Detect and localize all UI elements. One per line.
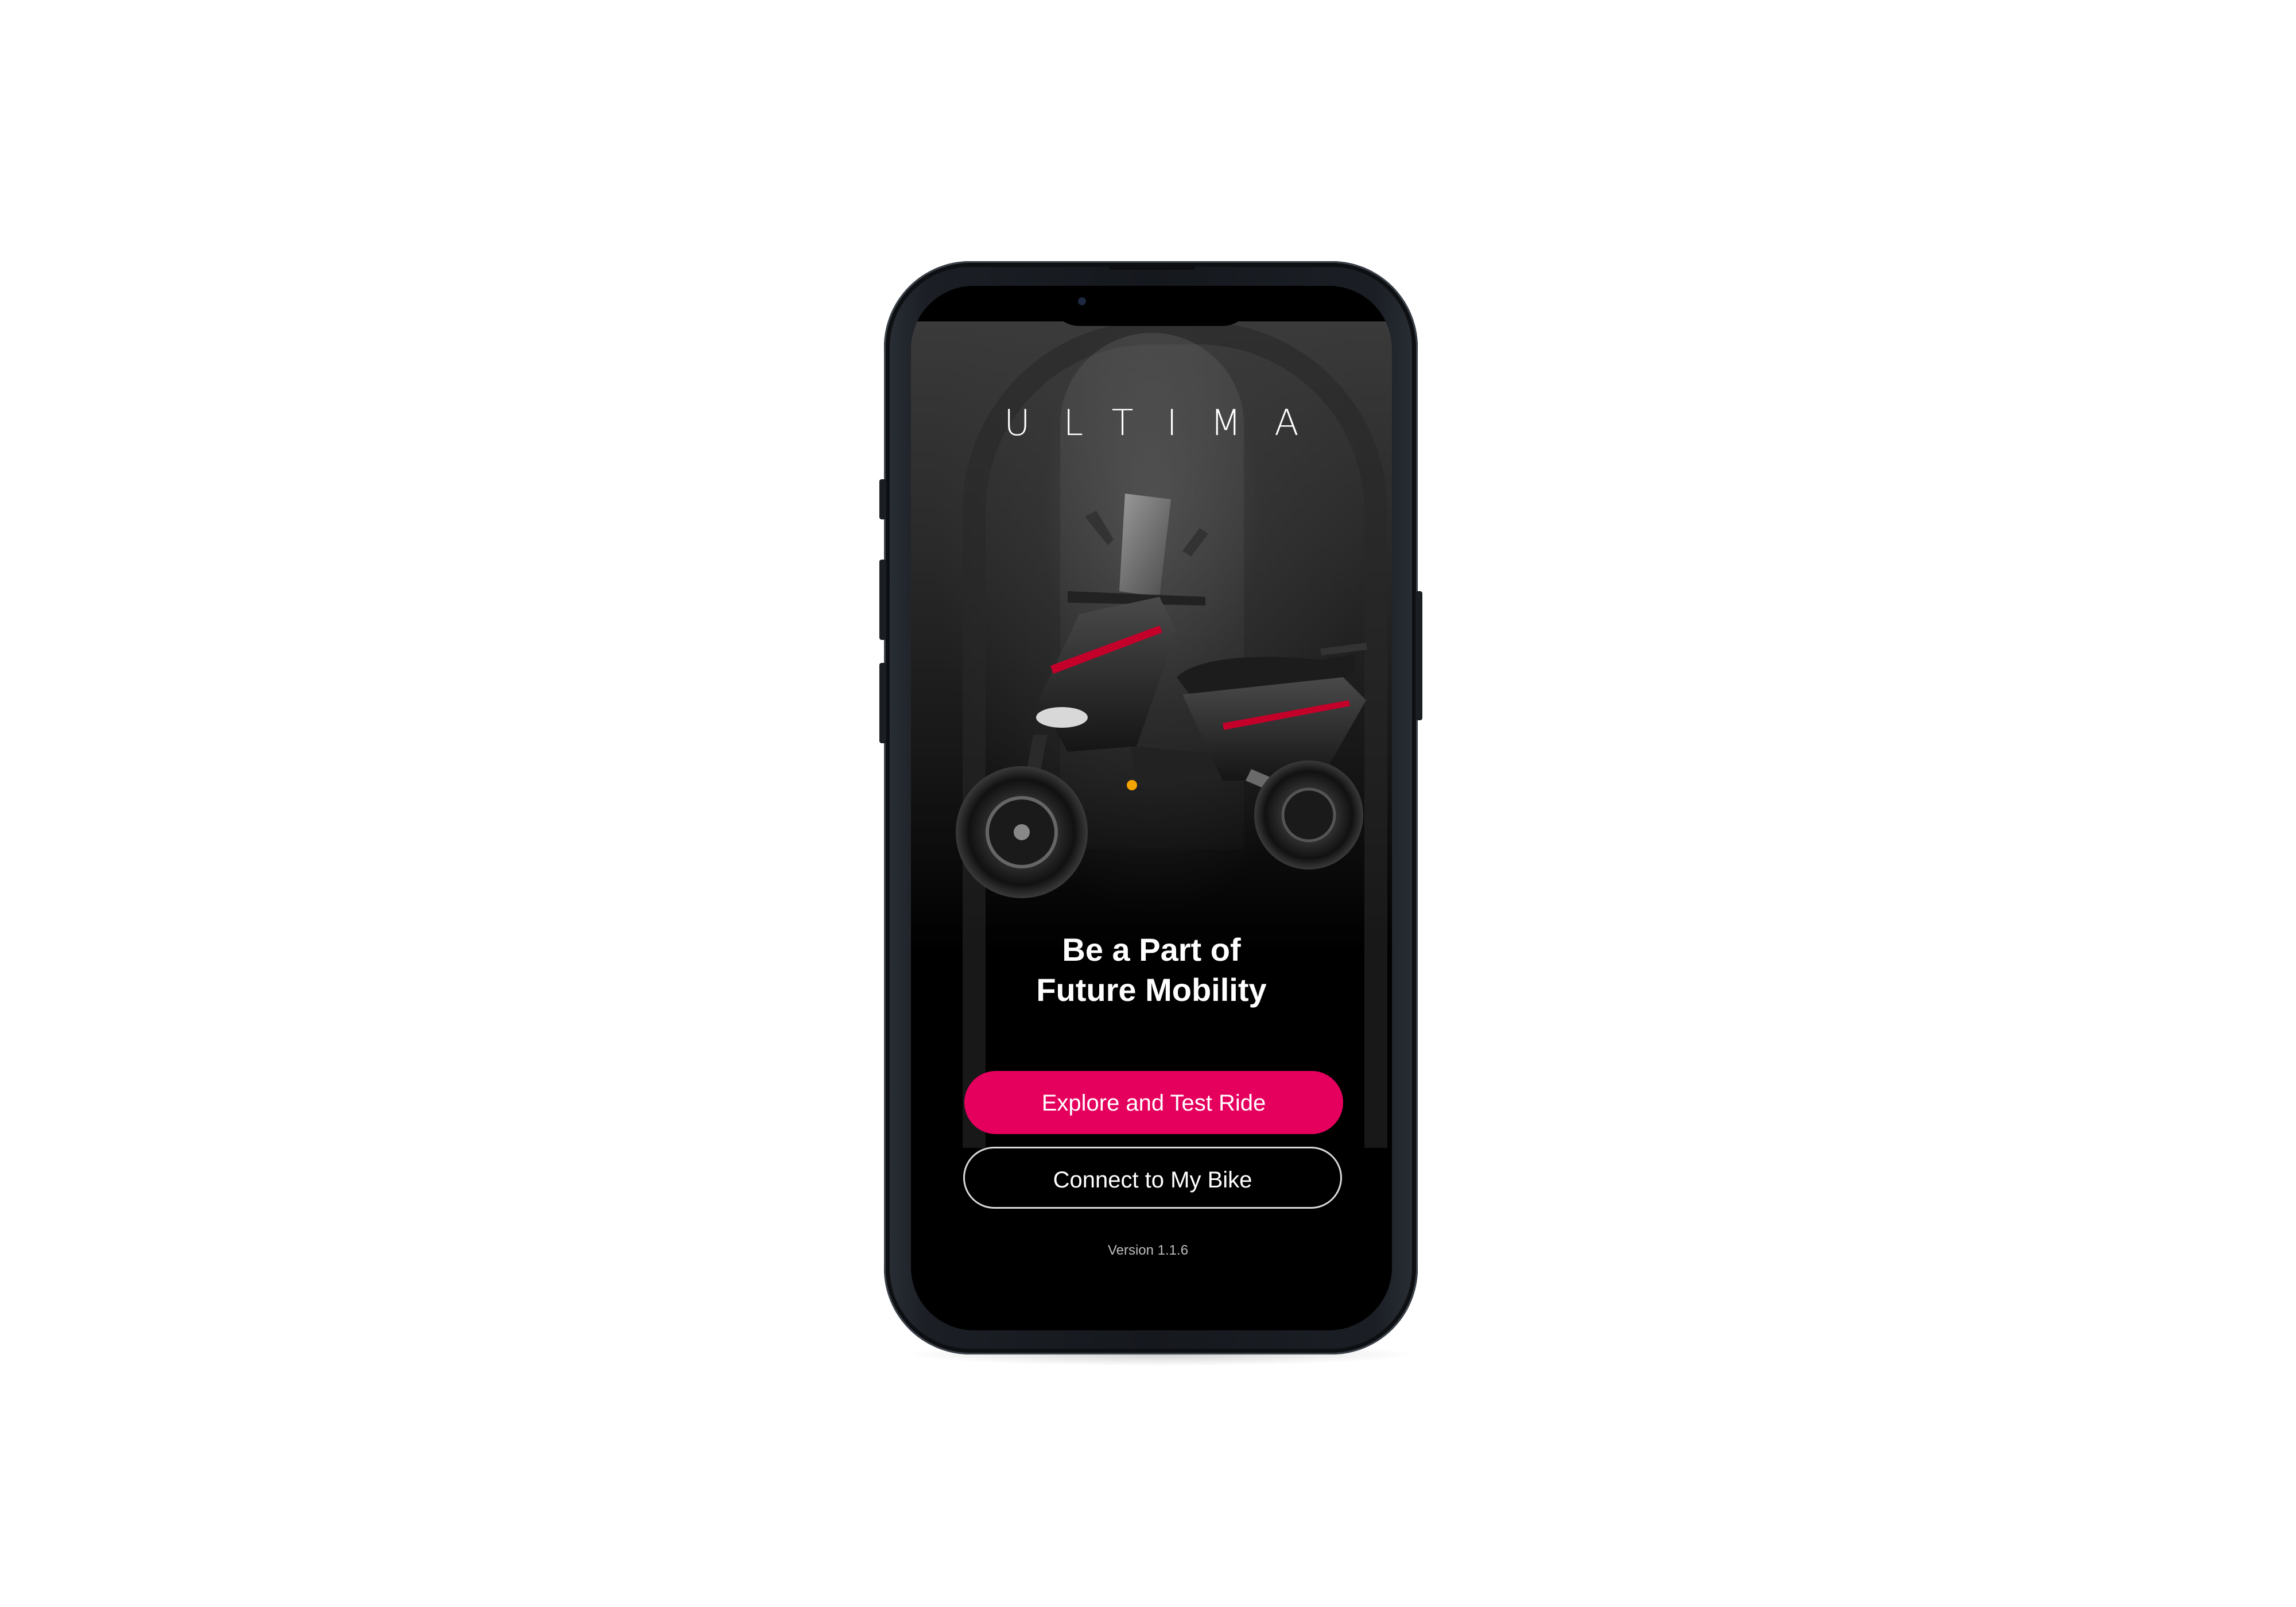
version-label: Version 1.1.6 [1107,1243,1189,1258]
speaker-grille [1109,265,1195,270]
front-camera [1078,297,1086,305]
headline: Be a Part of Future Mobility [911,930,1392,1010]
scooter-image [956,494,1367,898]
brand-logo: ULTIMA [1004,402,1332,444]
silent-switch [879,479,886,519]
power-button [1415,591,1422,720]
connect-my-bike-button[interactable]: Connect to My Bike [963,1147,1342,1209]
headline-line-2: Future Mobility [1036,972,1267,1008]
stage: ULTIMA Be a Part of Future Mobility Expl… [0,0,2296,1607]
volume-down-button [879,663,886,743]
explore-test-ride-button[interactable]: Explore and Test Ride [964,1071,1343,1134]
headline-line-1: Be a Part of [1062,931,1241,968]
volume-up-button [879,560,886,640]
notch [1050,286,1251,326]
